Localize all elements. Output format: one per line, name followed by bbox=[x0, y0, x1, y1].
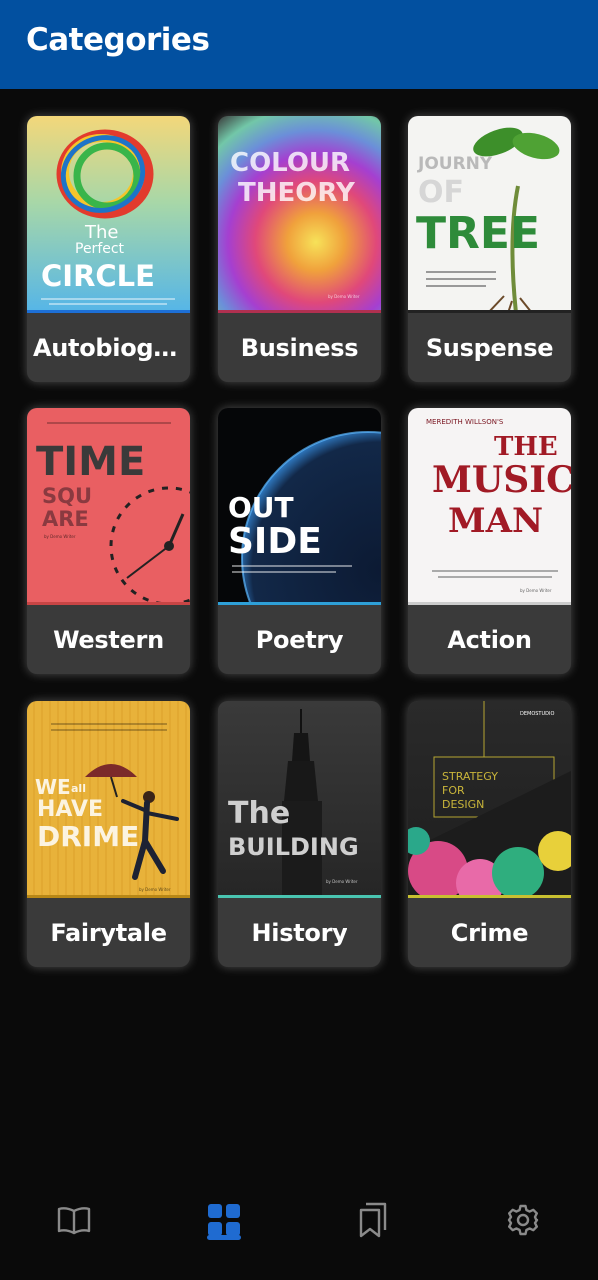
book-cover: The BUILDING by Demo Writer bbox=[218, 701, 381, 898]
category-card-crime[interactable]: DEMOSTUDIO STRATEGY FOR DESIGN Crime bbox=[408, 701, 571, 967]
category-card-fairytale[interactable]: WE all HAVE DRIME by Demo Writer Fairyta… bbox=[27, 701, 190, 967]
cover-byline: by Demo Writer bbox=[328, 294, 360, 299]
book-cover: The Perfect CIRCLE bbox=[27, 116, 190, 313]
cover-title-line2: FOR bbox=[442, 784, 465, 797]
book-open-icon bbox=[57, 1207, 91, 1235]
category-card-history[interactable]: The BUILDING by Demo Writer History bbox=[218, 701, 381, 967]
active-tab-indicator bbox=[207, 1235, 241, 1240]
grid-icon bbox=[208, 1204, 240, 1236]
cover-top-text: DEMOSTUDIO bbox=[520, 711, 555, 717]
cover-title-line3: MAN bbox=[448, 501, 544, 541]
book-cover: MEREDITH WILLSON'S THE MUSIC MAN by Demo… bbox=[408, 408, 571, 605]
book-cover: JOURNY OF TREE bbox=[408, 116, 571, 313]
cover-title-line2: THEORY bbox=[238, 178, 355, 208]
nav-library[interactable] bbox=[49, 1195, 99, 1245]
cover-title-line2: MUSIC bbox=[432, 459, 571, 501]
category-label: Suspense bbox=[425, 333, 554, 362]
book-cover: DEMOSTUDIO STRATEGY FOR DESIGN bbox=[408, 701, 571, 898]
page-title: Categories bbox=[26, 22, 210, 58]
cover-title-line1: WE bbox=[35, 775, 71, 799]
cover-byline: by Demo Writer bbox=[520, 588, 552, 593]
category-label: Autobiogr... bbox=[33, 333, 184, 362]
category-label: Western bbox=[53, 625, 164, 654]
bottom-nav bbox=[0, 1150, 598, 1280]
cover-byline: by Demo Writer bbox=[139, 887, 171, 892]
bookmarks-icon bbox=[359, 1202, 387, 1238]
book-cover: OUT SIDE bbox=[218, 408, 381, 605]
cover-title-line2: Perfect bbox=[75, 241, 125, 257]
cover-title-line2: SQU bbox=[42, 484, 93, 508]
cover-title-line2: BUILDING bbox=[228, 833, 359, 861]
cover-title-line3: ARE bbox=[42, 507, 89, 531]
cover-title-line1b: all bbox=[71, 782, 86, 795]
cover-title-line1: THE bbox=[494, 432, 558, 462]
cover-title-line2: HAVE bbox=[37, 797, 103, 822]
category-card-western[interactable]: TIME SQU ARE by Demo Writer Western bbox=[27, 408, 190, 674]
cover-title-line3: DRIME bbox=[37, 820, 140, 853]
category-label: Poetry bbox=[255, 625, 344, 654]
category-label: Action bbox=[447, 625, 532, 654]
cover-title-line3: DESIGN bbox=[442, 798, 485, 811]
cover-title-line1: OUT bbox=[228, 491, 294, 524]
cover-title-line2: SIDE bbox=[228, 521, 322, 562]
category-card-business[interactable]: COLOUR THEORY by Demo Writer Business bbox=[218, 116, 381, 382]
category-card-autobiography[interactable]: The Perfect CIRCLE Autobiogr... bbox=[27, 116, 190, 382]
cover-title-line1: COLOUR bbox=[230, 148, 351, 178]
book-cover: WE all HAVE DRIME by Demo Writer bbox=[27, 701, 190, 898]
category-label: Business bbox=[240, 333, 359, 362]
cover-title-line2: OF bbox=[418, 175, 464, 210]
cover-title-line1: STRATEGY bbox=[442, 770, 498, 783]
cover-title-line1: TIME bbox=[36, 439, 146, 485]
book-cover: COLOUR THEORY by Demo Writer bbox=[218, 116, 381, 313]
category-card-action[interactable]: MEREDITH WILLSON'S THE MUSIC MAN by Demo… bbox=[408, 408, 571, 674]
category-label: History bbox=[251, 918, 348, 947]
gear-icon bbox=[507, 1204, 539, 1236]
cover-title-line1: The bbox=[228, 796, 291, 831]
book-cover: TIME SQU ARE by Demo Writer bbox=[27, 408, 190, 605]
cover-title-line3: TREE bbox=[416, 208, 541, 259]
cover-title-line3: CIRCLE bbox=[41, 259, 155, 293]
category-label: Crime bbox=[450, 918, 529, 947]
app-bar: Categories bbox=[0, 0, 598, 89]
nav-settings[interactable] bbox=[498, 1195, 548, 1245]
cover-byline: by Demo Writer bbox=[326, 879, 358, 884]
flower-art-icon bbox=[408, 701, 571, 895]
category-card-poetry[interactable]: OUT SIDE Poetry bbox=[218, 408, 381, 674]
cover-title-line1: The bbox=[85, 222, 119, 243]
category-label: Fairytale bbox=[50, 918, 167, 947]
cover-byline: by Demo Writer bbox=[44, 534, 76, 539]
cover-top-text: MEREDITH WILLSON'S bbox=[426, 418, 504, 426]
nav-bookmarks[interactable] bbox=[348, 1195, 398, 1245]
cover-title-line1: JOURNY bbox=[418, 154, 493, 174]
category-card-suspense[interactable]: JOURNY OF TREE Suspense bbox=[408, 116, 571, 382]
